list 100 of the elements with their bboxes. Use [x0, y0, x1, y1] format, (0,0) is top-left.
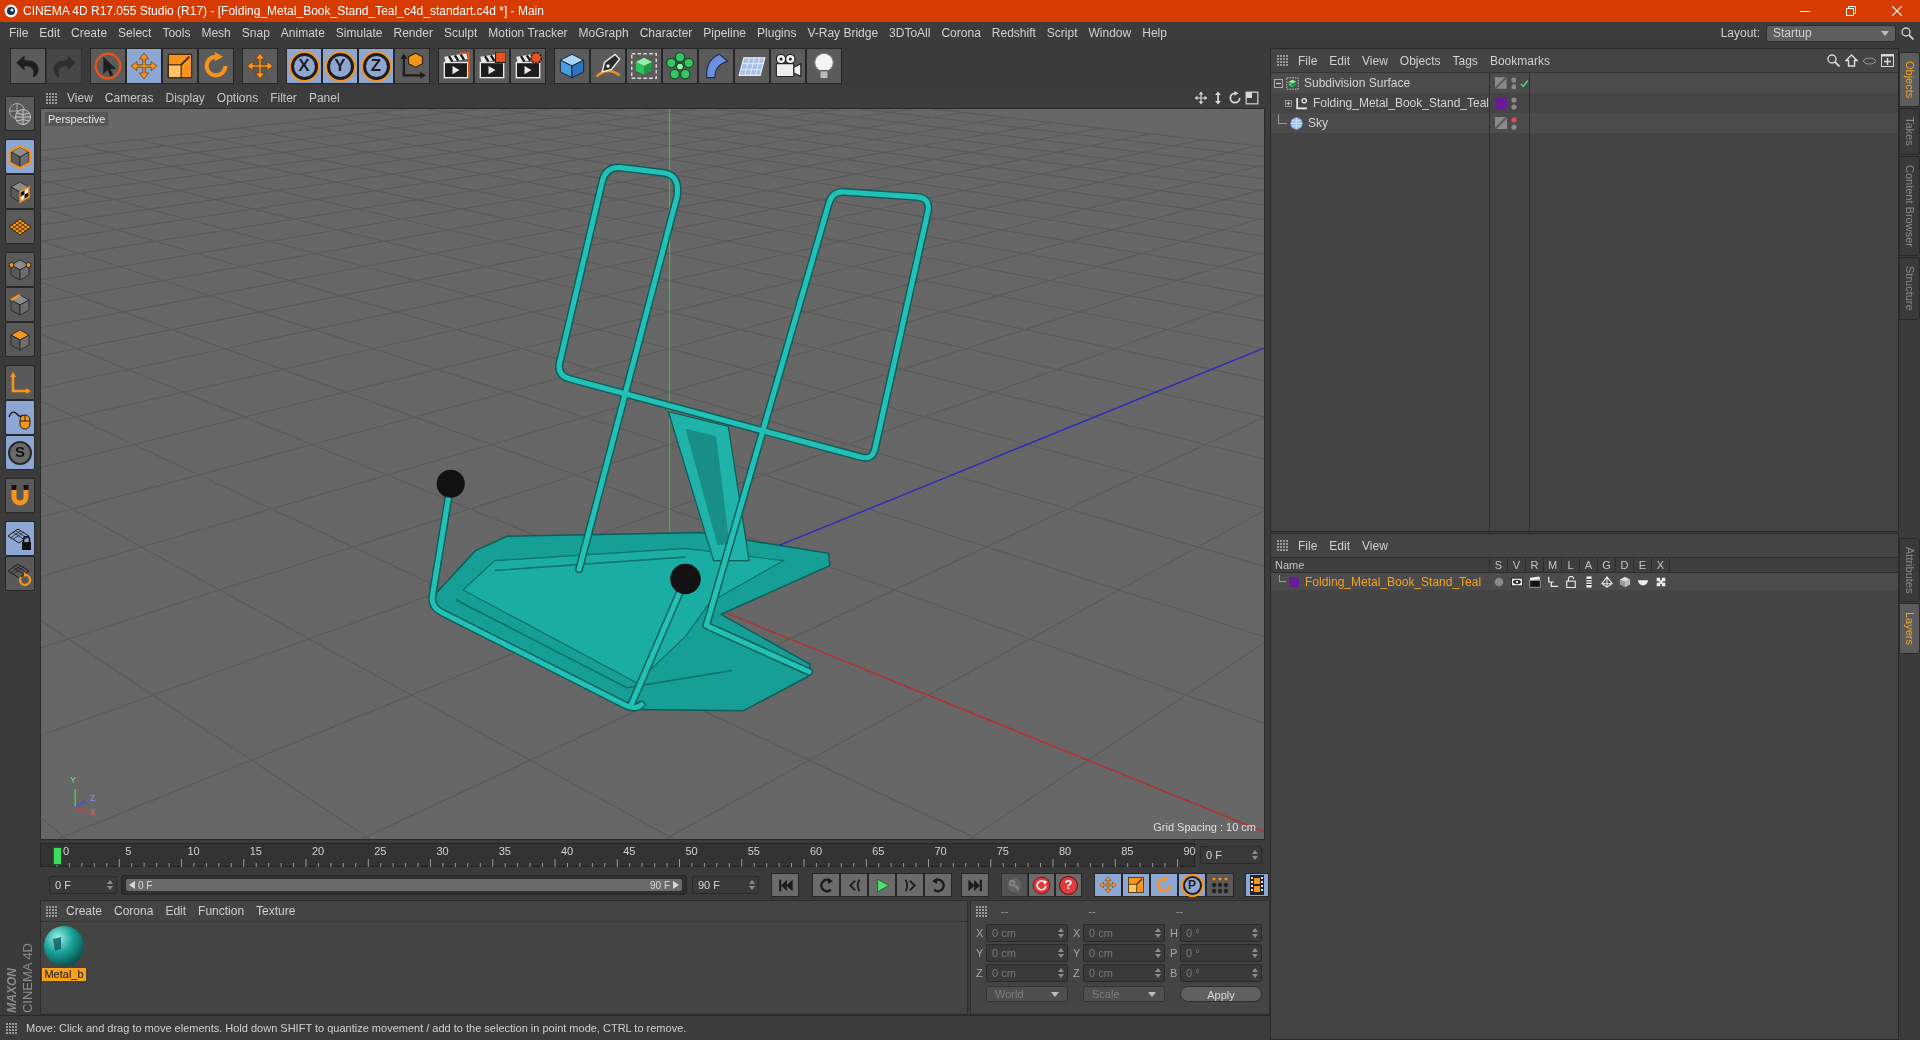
menu-item[interactable]: Pipeline: [703, 24, 747, 42]
coordinate-system-button[interactable]: [394, 48, 430, 84]
layer-row[interactable]: Folding_Metal_Book_Stand_Teal: [1271, 573, 1898, 590]
visibility-dots-icon[interactable]: [1511, 116, 1517, 130]
object-menu-item[interactable]: Edit: [1329, 51, 1351, 70]
parameter-key-button[interactable]: P: [1178, 873, 1206, 897]
menu-item[interactable]: Character: [639, 24, 693, 42]
keyframe-selection-button[interactable]: ?: [1055, 873, 1082, 897]
object-menu-item[interactable]: File: [1298, 51, 1318, 70]
workplane-mode-button[interactable]: [5, 209, 35, 244]
padlock-icon[interactable]: [1565, 575, 1577, 588]
side-tab[interactable]: Structure: [1899, 257, 1920, 320]
undo-button[interactable]: [10, 48, 46, 84]
axis-lock-button[interactable]: Y: [322, 48, 358, 84]
menu-item[interactable]: Help: [1142, 24, 1167, 42]
column-header[interactable]: E: [1634, 558, 1652, 572]
dot-icon[interactable]: [1493, 575, 1505, 588]
previous-key-button[interactable]: [812, 873, 840, 897]
polygons-mode-button[interactable]: [5, 322, 35, 357]
edges-mode-button[interactable]: [5, 287, 35, 322]
column-header[interactable]: M: [1544, 558, 1562, 572]
select-tool-button[interactable]: [90, 48, 126, 84]
menu-item[interactable]: Window: [1088, 24, 1132, 42]
camera-button[interactable]: [770, 48, 806, 84]
menu-item[interactable]: Snap: [241, 24, 270, 42]
rotate-key-button[interactable]: [1150, 873, 1178, 897]
go-to-start-button[interactable]: [771, 873, 799, 897]
viewport-menu-item[interactable]: Display: [165, 89, 205, 107]
object-row[interactable]: Sky: [1271, 113, 1898, 133]
texture-mode-button[interactable]: [5, 174, 35, 209]
object-menu-item[interactable]: Tags: [1452, 51, 1478, 70]
menu-item[interactable]: Plugins: [757, 24, 797, 42]
column-header[interactable]: R: [1526, 558, 1544, 572]
material-menu-item[interactable]: Create: [66, 902, 103, 920]
cube-button[interactable]: [554, 48, 590, 84]
side-tab[interactable]: Objects: [1899, 52, 1920, 108]
knot-icon[interactable]: [1655, 575, 1667, 588]
hierarchy-icon[interactable]: [1547, 575, 1559, 588]
render-settings-button[interactable]: [510, 48, 546, 84]
light-button[interactable]: [806, 48, 842, 84]
viewport-menu-item[interactable]: View: [67, 89, 93, 107]
next-key-button[interactable]: [924, 873, 952, 897]
side-tab[interactable]: Takes: [1899, 108, 1920, 156]
camera-label[interactable]: Perspective: [45, 112, 109, 126]
striped-bar-icon[interactable]: [1583, 575, 1595, 588]
column-header[interactable]: Name: [1271, 558, 1490, 572]
visibility-dots-icon[interactable]: [1511, 96, 1517, 110]
start-frame-field[interactable]: 0 F: [49, 876, 117, 894]
menu-item[interactable]: 3DToAll: [889, 24, 931, 42]
viewport-menu-item[interactable]: Filter: [270, 89, 297, 107]
menu-item[interactable]: Tools: [162, 24, 191, 42]
menu-item[interactable]: File: [9, 24, 29, 42]
column-header[interactable]: D: [1616, 558, 1634, 572]
pen-button[interactable]: [590, 48, 626, 84]
layer-menu-item[interactable]: File: [1298, 536, 1318, 555]
timeline-button[interactable]: [1245, 873, 1269, 897]
column-header[interactable]: S: [1490, 558, 1508, 572]
viewport-menu-item[interactable]: Options: [216, 89, 259, 107]
collapse-toggle-icon[interactable]: [1274, 78, 1283, 88]
timeline-ruler[interactable]: 0 5 10 15 20 25 30 35 40 45 50 55 60 65 70 75 80 85 90: [40, 843, 1195, 867]
material-menu-item[interactable]: Edit: [165, 902, 187, 920]
viewport-menu-item[interactable]: Cameras: [104, 89, 154, 107]
checkmark-icon[interactable]: [1520, 78, 1529, 88]
layout-dropdown[interactable]: Startup: [1766, 24, 1896, 42]
axis-lock-button[interactable]: X: [286, 48, 322, 84]
column-header[interactable]: L: [1562, 558, 1580, 572]
menu-item[interactable]: Render: [393, 24, 433, 42]
frame-range-slider[interactable]: 0 F 90 F: [121, 875, 687, 895]
menu-item[interactable]: Animate: [280, 24, 325, 42]
menu-item[interactable]: Simulate: [335, 24, 383, 42]
maximize-view-icon[interactable]: [1245, 91, 1259, 105]
material-menu-item[interactable]: Texture: [256, 902, 296, 920]
move-tool-button[interactable]: [126, 48, 162, 84]
move-key-button[interactable]: [1094, 873, 1122, 897]
rotate-view-icon[interactable]: [1228, 91, 1242, 105]
points-mode-button[interactable]: [5, 252, 35, 287]
search-icon[interactable]: [1901, 26, 1914, 40]
object-menu-item[interactable]: View: [1362, 51, 1388, 70]
apply-button[interactable]: Apply: [1180, 986, 1262, 1002]
axis-lock-button[interactable]: Z: [358, 48, 394, 84]
autokey-button[interactable]: [1028, 873, 1055, 897]
side-tab[interactable]: Layers: [1899, 603, 1920, 655]
workplane-lock-button[interactable]: [5, 521, 35, 556]
current-frame-field[interactable]: 0 F: [1200, 846, 1262, 864]
object-menu-item[interactable]: Bookmarks: [1489, 51, 1550, 70]
picture-viewer-button[interactable]: [474, 48, 510, 84]
material-menu-item[interactable]: Corona: [114, 902, 154, 920]
cloner-button[interactable]: [662, 48, 698, 84]
point-key-button[interactable]: [1206, 873, 1234, 897]
viewport-canvas[interactable]: Perspective Y Z X Grid Spacing : 10 cm: [40, 108, 1265, 840]
scale-tool-button[interactable]: [162, 48, 198, 84]
range-bar[interactable]: 0 F 90 F: [126, 879, 682, 891]
clapperboard-icon[interactable]: [1529, 575, 1541, 588]
home-icon[interactable]: [1845, 54, 1858, 67]
menu-item[interactable]: MoGraph: [578, 24, 629, 42]
floor-button[interactable]: [734, 48, 770, 84]
workplane-rotate-button[interactable]: [5, 556, 35, 591]
layer-name[interactable]: Folding_Metal_Book_Stand_Teal: [1305, 572, 1482, 591]
menu-item[interactable]: Create: [71, 24, 108, 42]
end-frame-field[interactable]: 90 F: [692, 876, 759, 894]
